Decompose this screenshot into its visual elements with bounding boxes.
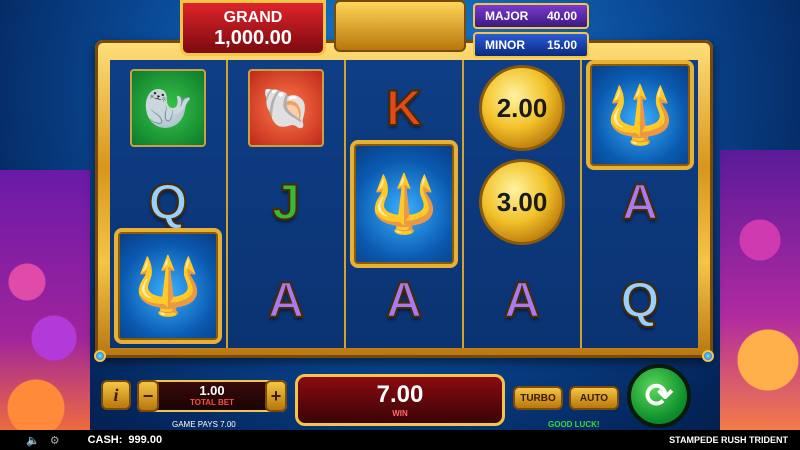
grand-jackpot: GRAND 1,000.00 [180, 0, 326, 56]
symbol-letter: J [271, 173, 301, 231]
win-value: 7.00 [376, 381, 424, 408]
status-bar: 🔈 ⚙ CASH: 999.00 STAMPEDE RUSH TRIDENT [0, 430, 800, 450]
bet-label: TOTAL BET [190, 398, 234, 407]
settings-icon[interactable]: ⚙ [50, 434, 60, 447]
grand-label: GRAND [223, 9, 283, 26]
coral-left-decoration [0, 170, 90, 450]
symbol-letter: A [267, 271, 305, 329]
coin-bonus-symbol: 2.00 [470, 65, 574, 151]
spin-button[interactable]: ⟳ [627, 364, 691, 428]
trident-icon: 🔱 [605, 83, 675, 146]
win-label: WIN [392, 409, 408, 418]
reel-2: 🐚 J A [228, 60, 346, 348]
turbo-button[interactable]: TURBO [513, 386, 563, 410]
letter-symbol-k: K [352, 66, 456, 150]
major-jackpot: MAJOR 40.00 [473, 3, 589, 29]
increase-bet-button[interactable]: + [265, 380, 287, 412]
reels-area: 🦭 Q 🔱 🐚 J A K 🔱 A 2.00 3.00 A 🔱 A Q [110, 60, 698, 348]
symbol-letter: A [385, 271, 423, 329]
seahorse-icon: 🦭 [130, 69, 206, 147]
coin-value: 2.00 [479, 65, 565, 151]
game-title: STAMPEDE RUSH TRIDENT [669, 435, 788, 445]
reel-3: K 🔱 A [346, 60, 464, 348]
symbol-letter: K [385, 79, 423, 137]
trident-icon: 🔱 [133, 254, 203, 317]
reel-1: 🦭 Q 🔱 [110, 60, 228, 348]
letter-symbol-q: Q [588, 258, 692, 342]
trident-wild-symbol: 🔱 [350, 140, 458, 268]
symbol-letter: Q [620, 271, 661, 329]
gem-left-icon [94, 350, 106, 362]
letter-symbol-a: A [588, 160, 692, 244]
trident-wild-symbol: 🔱 [114, 228, 222, 344]
decrease-bet-button[interactable]: − [137, 380, 159, 412]
minor-jackpot: MINOR 15.00 [473, 32, 589, 58]
bet-panel: − 1.00 TOTAL BET + [137, 380, 287, 412]
gem-right-icon [702, 350, 714, 362]
trident-icon: 🔱 [369, 172, 439, 235]
minor-label: MINOR [485, 38, 525, 52]
seahorse-symbol: 🦭 [116, 66, 220, 150]
bet-value: 1.00 [199, 383, 225, 398]
letter-symbol-j: J [234, 160, 338, 244]
treasure-chest-icon [334, 0, 466, 52]
cash-value: 999.00 [128, 434, 163, 446]
control-bar: i − 1.00 TOTAL BET + 7.00 WIN TURBO AUTO [97, 374, 697, 426]
coin-value: 3.00 [479, 159, 565, 245]
good-luck-text: GOOD LUCK! [548, 420, 600, 429]
trident-wild-symbol: 🔱 [586, 60, 694, 170]
game-pays-text: GAME PAYS 7.00 [172, 420, 236, 429]
cash-label: CASH: [87, 434, 123, 446]
sound-icon[interactable]: 🔈 [26, 434, 40, 447]
coin-bonus-symbol: 3.00 [470, 159, 574, 245]
win-panel: 7.00 WIN [295, 374, 505, 426]
minor-value: 15.00 [546, 38, 577, 52]
major-label: MAJOR [485, 9, 529, 23]
coral-right-decoration [720, 150, 800, 450]
symbol-letter: A [621, 173, 659, 231]
letter-symbol-a: A [234, 258, 338, 342]
symbol-letter: A [503, 271, 541, 329]
info-button[interactable]: i [101, 380, 131, 410]
auto-button[interactable]: AUTO [569, 386, 619, 410]
game-scene: 🦭 Q 🔱 🐚 J A K 🔱 A 2.00 3.00 A 🔱 A Q GRAND 1,000.00 MAJ… [0, 0, 800, 450]
conch-shell-icon: 🐚 [248, 69, 324, 147]
reel-5: 🔱 A Q [582, 60, 698, 348]
spin-arrows-icon: ⟳ [644, 377, 674, 415]
major-value: 40.00 [546, 9, 577, 23]
grand-value: 1,000.00 [214, 27, 292, 49]
letter-symbol-a: A [352, 258, 456, 342]
symbol-letter: Q [148, 173, 189, 231]
reel-4: 2.00 3.00 A [464, 60, 582, 348]
conch-shell-symbol: 🐚 [234, 66, 338, 150]
letter-symbol-a: A [470, 258, 574, 342]
